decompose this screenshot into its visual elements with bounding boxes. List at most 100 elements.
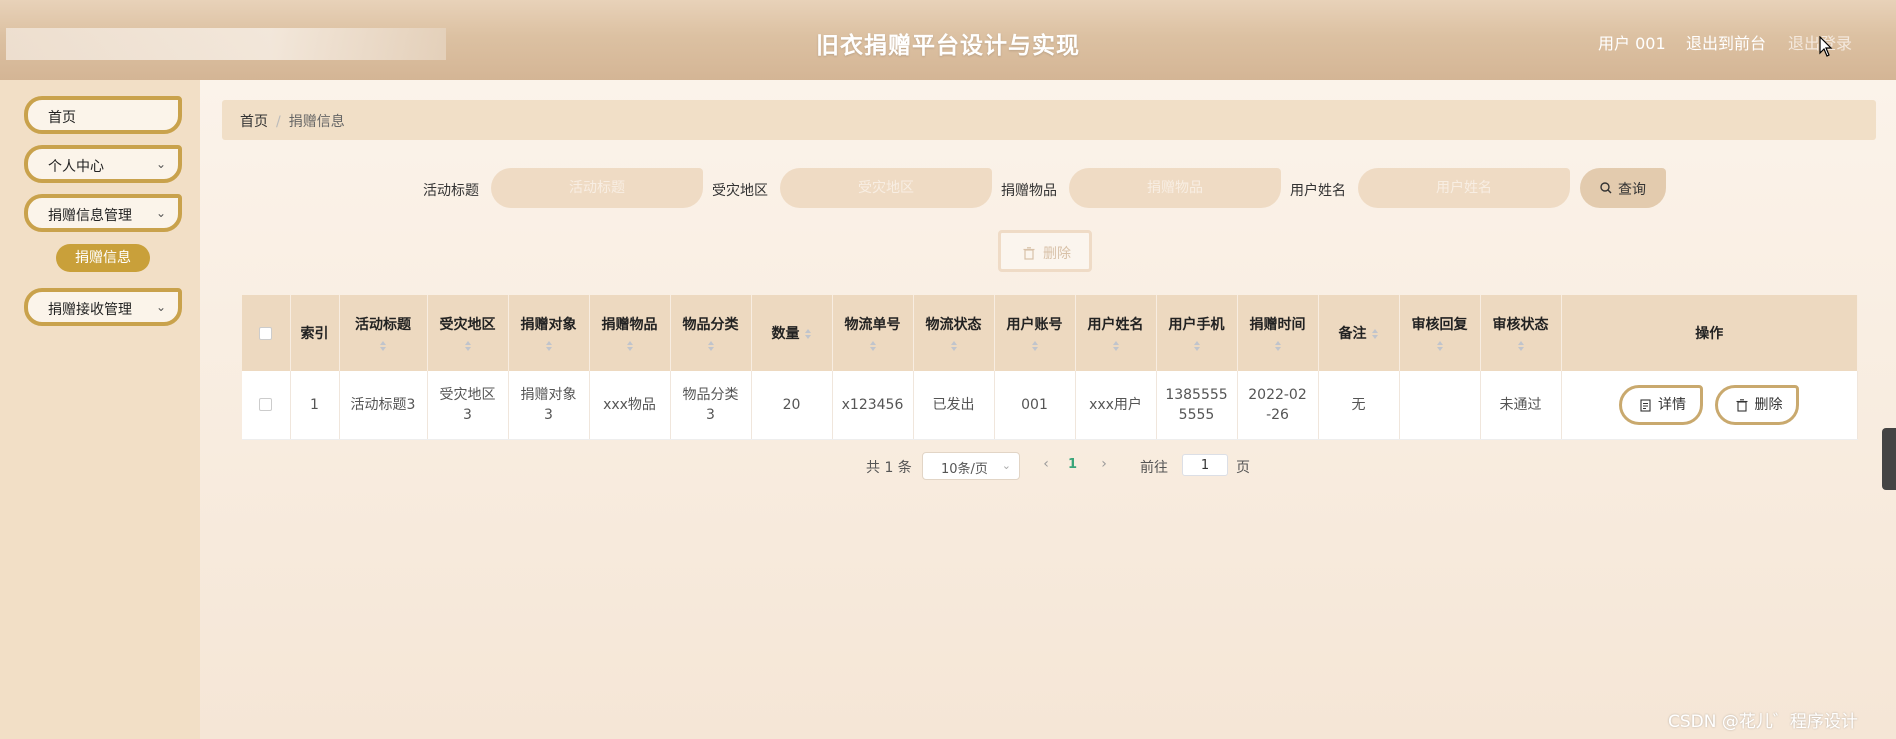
sidebar-item-personal-center[interactable]: 个人中心 ⌄ — [24, 145, 182, 183]
sort-icon[interactable] — [1371, 328, 1379, 340]
mouse-cursor-icon — [1819, 36, 1833, 57]
header-account[interactable]: 用户账号 — [994, 295, 1076, 371]
header-time-label: 捐赠时间 — [1249, 317, 1306, 333]
header-username[interactable]: 用户姓名 — [1075, 295, 1157, 371]
cell-region-line2: 3 — [463, 406, 472, 423]
header-category[interactable]: 物品分类 — [670, 295, 752, 371]
search-input-item[interactable] — [1069, 168, 1281, 208]
page-size-value: 10条/页 — [941, 462, 988, 477]
pagination-goto-label: 前往 — [1140, 460, 1168, 476]
cell-username: xxx用户 — [1075, 371, 1157, 440]
next-page-button[interactable]: › — [1094, 456, 1114, 472]
cell-category: 物品分类 3 — [670, 371, 752, 440]
search-label-item: 捐赠物品 — [1001, 183, 1057, 199]
header-logistics-status[interactable]: 物流状态 — [913, 295, 995, 371]
header-region-label: 受灾地区 — [439, 317, 496, 333]
cell-target: 捐赠对象 3 — [508, 371, 590, 440]
sort-icon[interactable] — [1112, 340, 1120, 352]
search-input-region[interactable] — [780, 168, 992, 208]
breadcrumb: 首页 / 捐赠信息 — [222, 100, 1876, 140]
chevron-down-icon: ⌄ — [155, 300, 166, 314]
main-content: 首页 / 捐赠信息 活动标题 受灾地区 捐赠物品 用户姓名 查询 删除 索引 活动标… — [200, 80, 1896, 739]
top-header: 旧衣捐赠平台设计与实现 用户 001 退出到前台 退出登录 — [0, 0, 1896, 80]
sort-icon[interactable] — [950, 340, 958, 352]
cell-category-line2: 3 — [706, 406, 715, 423]
search-label-region: 受灾地区 — [712, 183, 768, 199]
header-review-status[interactable]: 审核状态 — [1480, 295, 1562, 371]
back-to-front-link[interactable]: 退出到前台 — [1686, 30, 1766, 54]
header-reply[interactable]: 审核回复 — [1399, 295, 1481, 371]
prev-page-button[interactable]: ‹ — [1036, 456, 1056, 472]
document-icon — [1640, 399, 1651, 412]
header-title-label: 活动标题 — [355, 317, 411, 333]
header-select-all[interactable] — [242, 295, 291, 371]
cell-region-line1: 受灾地区 — [439, 386, 496, 403]
sidebar-item-receipt-management[interactable]: 捐赠接收管理 ⌄ — [24, 288, 182, 326]
search-input-title[interactable] — [491, 168, 703, 208]
sort-icon[interactable] — [804, 328, 812, 340]
sort-icon[interactable] — [1274, 340, 1282, 352]
sidebar-item-label: 捐赠信息管理 — [48, 208, 132, 224]
cell-remark: 无 — [1318, 371, 1400, 440]
page-number-current[interactable]: 1 — [1068, 457, 1077, 472]
sort-icon[interactable] — [707, 340, 715, 352]
header-index: 索引 — [290, 295, 340, 371]
page-size-select[interactable]: 10条/页 ⌄ — [922, 452, 1020, 480]
sort-icon[interactable] — [1031, 340, 1039, 352]
breadcrumb-current: 捐赠信息 — [288, 114, 345, 130]
chevron-down-icon: ⌄ — [155, 206, 166, 220]
search-input-username[interactable] — [1358, 168, 1570, 208]
header-remark[interactable]: 备注 — [1318, 295, 1400, 371]
header-target-label: 捐赠对象 — [520, 317, 577, 333]
header-tracking-label: 物流单号 — [844, 317, 901, 333]
cell-phone-line1: 1385555 — [1165, 386, 1228, 403]
row-select-cell[interactable] — [242, 371, 291, 440]
detail-button[interactable]: 详情 — [1619, 384, 1704, 425]
header-phone-label: 用户手机 — [1168, 317, 1225, 333]
header-remark-label: 备注 — [1338, 326, 1367, 342]
cell-phone-line2: 5555 — [1178, 406, 1215, 423]
sort-icon[interactable] — [869, 340, 877, 352]
sort-icon[interactable] — [464, 340, 472, 352]
table-row: 1 活动标题3 受灾地区 3 捐赠对象 3 xxx物品 物品分类 3 20 x1234… — [242, 371, 1858, 440]
delete-button[interactable]: 删除 — [1715, 384, 1800, 425]
delete-button-label: 删除 — [1754, 396, 1783, 413]
search-label-username: 用户姓名 — [1290, 183, 1346, 199]
header-account-label: 用户账号 — [1006, 317, 1063, 333]
header-region[interactable]: 受灾地区 — [427, 295, 509, 371]
header-tracking[interactable]: 物流单号 — [832, 295, 914, 371]
side-drawer-handle[interactable] — [1882, 428, 1896, 490]
header-target[interactable]: 捐赠对象 — [508, 295, 590, 371]
breadcrumb-home[interactable]: 首页 — [240, 114, 268, 130]
header-quantity[interactable]: 数量 — [751, 295, 833, 371]
sort-icon[interactable] — [545, 340, 553, 352]
trash-icon — [1736, 399, 1748, 412]
header-actions: 操作 — [1561, 295, 1858, 371]
query-button-label: 查询 — [1618, 182, 1646, 198]
bulk-delete-button[interactable]: 删除 — [998, 230, 1092, 272]
sort-icon[interactable] — [626, 340, 634, 352]
header-item[interactable]: 捐赠物品 — [589, 295, 671, 371]
cell-time-line1: 2022-02 — [1248, 386, 1307, 403]
sidebar-subitem-donation-info[interactable]: 捐赠信息 — [56, 244, 150, 272]
chevron-down-icon: ⌄ — [1001, 459, 1011, 472]
cell-time-line2: -26 — [1266, 406, 1289, 423]
goto-page-input[interactable] — [1182, 454, 1228, 476]
cell-time: 2022-02 -26 — [1237, 371, 1319, 440]
sort-icon[interactable] — [1436, 340, 1444, 352]
row-checkbox[interactable] — [259, 398, 273, 412]
sidebar-item-donation-management[interactable]: 捐赠信息管理 ⌄ — [24, 194, 182, 232]
sort-icon[interactable] — [1517, 340, 1525, 352]
sort-icon[interactable] — [379, 340, 387, 352]
header-time[interactable]: 捐赠时间 — [1237, 295, 1319, 371]
bulk-delete-label: 删除 — [1043, 246, 1071, 262]
select-all-checkbox[interactable] — [259, 326, 273, 340]
sidebar-item-home[interactable]: 首页 — [24, 96, 182, 134]
cell-logistics-status: 已发出 — [913, 371, 995, 440]
header-title[interactable]: 活动标题 — [339, 295, 428, 371]
breadcrumb-separator: / — [276, 114, 281, 130]
sort-icon[interactable] — [1193, 340, 1201, 352]
query-button[interactable]: 查询 — [1580, 168, 1666, 208]
header-phone[interactable]: 用户手机 — [1156, 295, 1238, 371]
cell-tracking: x123456 — [832, 371, 914, 440]
